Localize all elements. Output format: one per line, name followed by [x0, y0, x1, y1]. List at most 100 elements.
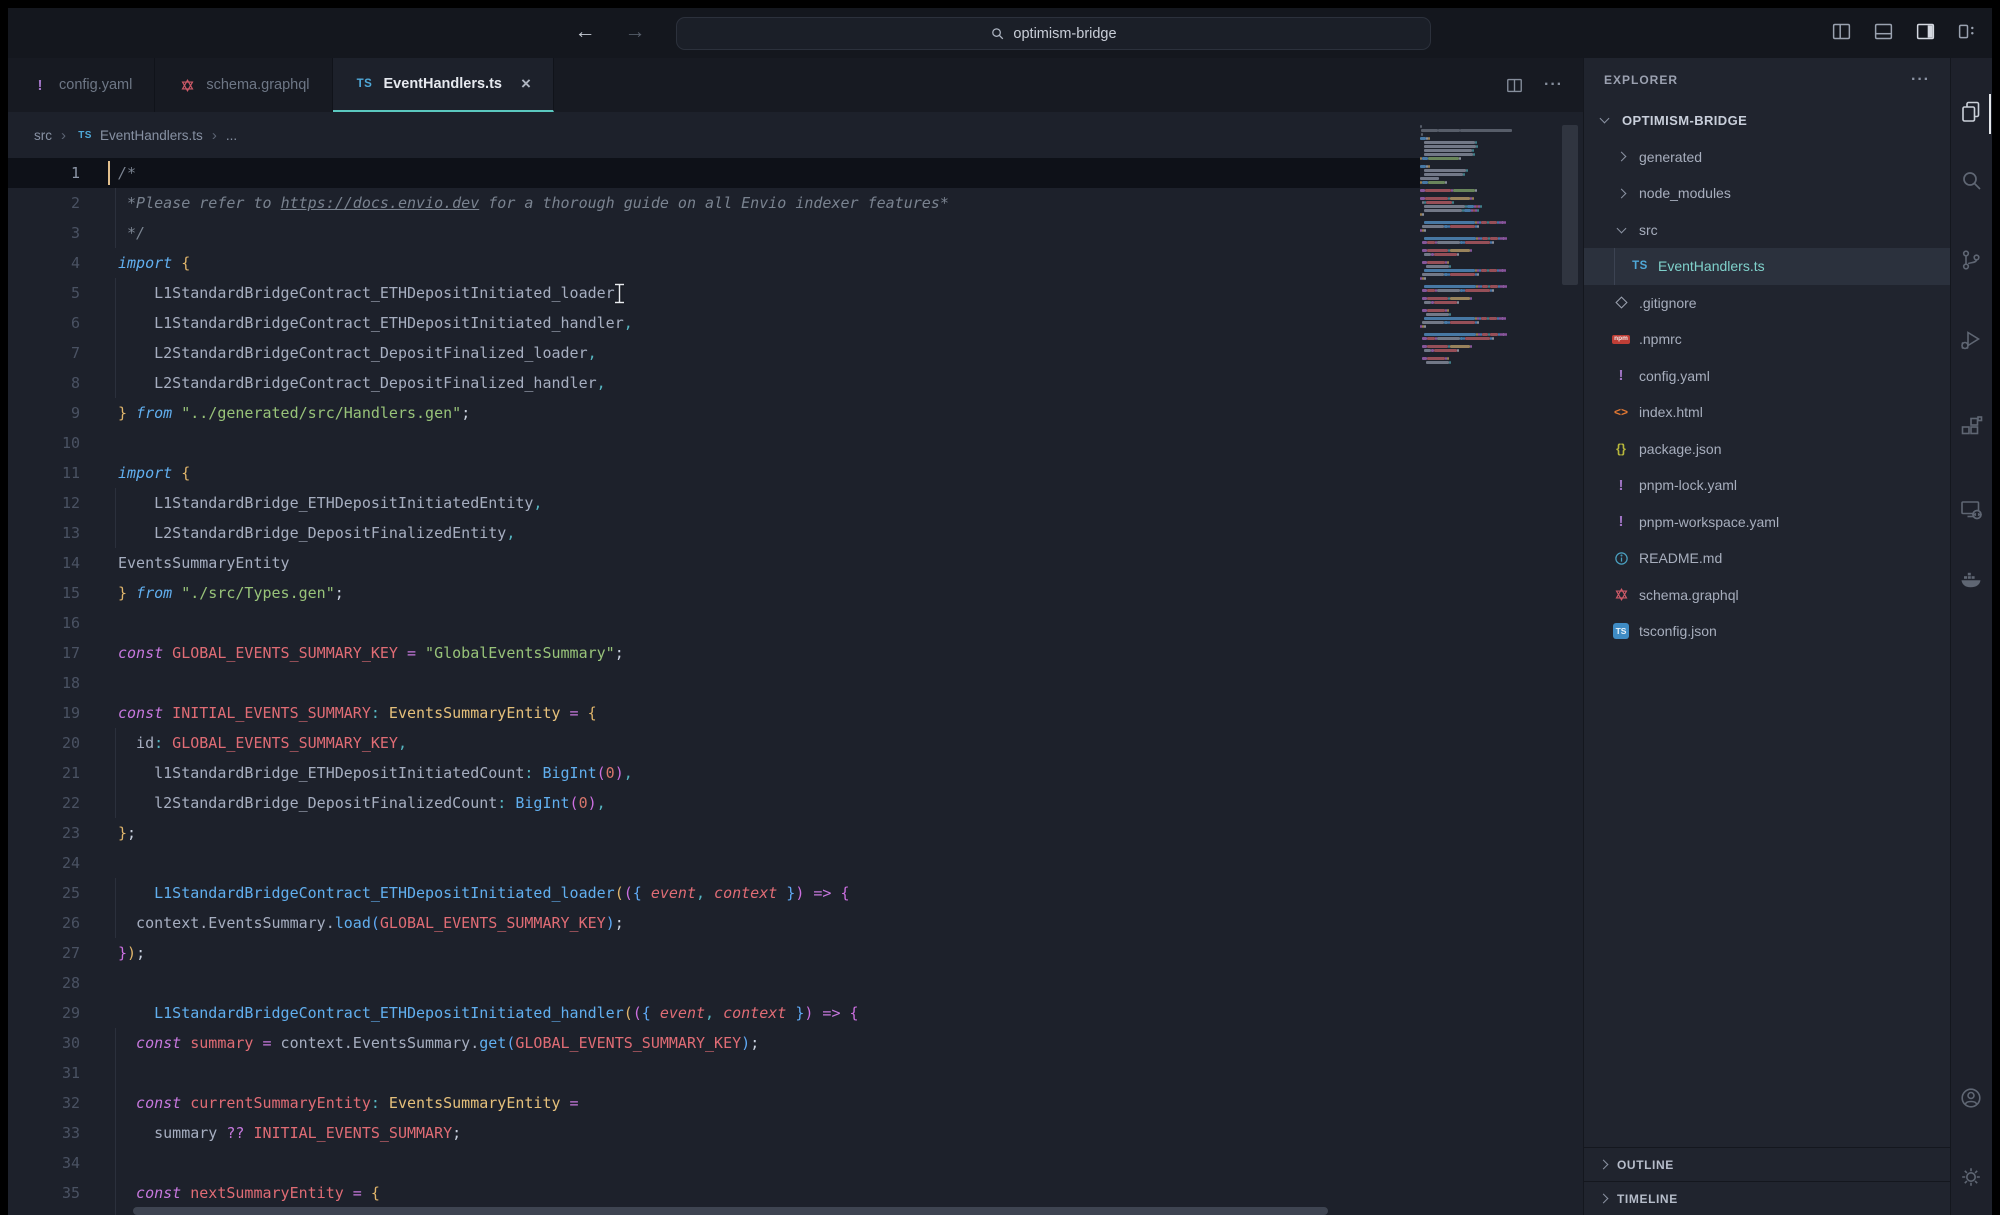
line-number: 36	[8, 1208, 110, 1215]
tree-item-node_modules[interactable]: node_modules	[1584, 175, 1950, 212]
code-line: 3 */	[8, 218, 1583, 248]
extensions-icon[interactable]	[1959, 415, 1983, 439]
account-icon[interactable]	[1959, 1086, 1983, 1110]
outline-label: OUTLINE	[1617, 1158, 1674, 1172]
files-icon[interactable]	[1959, 100, 1983, 124]
tree-item-schema.graphql[interactable]: schema.graphql	[1584, 577, 1950, 614]
text-caret	[108, 161, 110, 185]
line-number: 8	[8, 368, 110, 398]
code-line: 17const GLOBAL_EVENTS_SUMMARY_KEY = "Glo…	[8, 638, 1583, 668]
code-line: 21 l1StandardBridge_ETHDepositInitiatedC…	[8, 758, 1583, 788]
breadcrumb-item[interactable]: ...	[226, 128, 237, 143]
line-number: 11	[8, 458, 110, 488]
tree-item-.gitignore[interactable]: .gitignore	[1584, 285, 1950, 322]
tab-EventHandlers.ts[interactable]: TSEventHandlers.ts×	[333, 58, 554, 112]
line-number: 31	[8, 1058, 110, 1088]
remote-icon[interactable]	[1959, 498, 1983, 522]
minimap[interactable]	[1420, 125, 1557, 365]
tab-schema.graphql[interactable]: schema.graphql	[155, 58, 332, 112]
tree-item-tsconfig.json[interactable]: TStsconfig.json	[1584, 613, 1950, 650]
line-number: 28	[8, 968, 110, 998]
code-line: 2 *Please refer to https://docs.envio.de…	[8, 188, 1583, 218]
horizontal-scrollbar[interactable]	[133, 1207, 1328, 1215]
tree-item-index.html[interactable]: <>index.html	[1584, 394, 1950, 431]
code-line: 29 L1StandardBridgeContract_ETHDepositIn…	[8, 998, 1583, 1028]
breadcrumb-item[interactable]: TSEventHandlers.ts	[75, 128, 203, 143]
line-number: 1	[8, 158, 110, 188]
tree-item-generated[interactable]: generated	[1584, 139, 1950, 176]
code-line: 18	[8, 668, 1583, 698]
tree-item-README.md[interactable]: README.md	[1584, 540, 1950, 577]
customize-layout-button[interactable]	[1957, 21, 1978, 42]
code-line: 16	[8, 608, 1583, 638]
line-number: 7	[8, 338, 110, 368]
code-editor[interactable]: 1/*2 *Please refer to https://docs.envio…	[8, 158, 1583, 1215]
close-tab-icon[interactable]: ×	[521, 74, 531, 94]
tab-config.yaml[interactable]: !config.yaml	[8, 58, 155, 112]
code-line: 20 id: GLOBAL_EVENTS_SUMMARY_KEY,	[8, 728, 1583, 758]
line-number: 14	[8, 548, 110, 578]
chevron-right-icon	[1599, 1160, 1609, 1170]
line-number: 9	[8, 398, 110, 428]
settings-icon[interactable]	[1959, 1165, 1983, 1189]
tree-item-EventHandlers.ts[interactable]: TSEventHandlers.ts	[1584, 248, 1950, 285]
ts-icon: TS	[1630, 260, 1650, 272]
code-line: 9} from "../generated/src/Handlers.gen";	[8, 398, 1583, 428]
tree-item-label: index.html	[1639, 404, 1703, 420]
yaml-icon: !	[1611, 367, 1631, 384]
graphql-icon	[177, 78, 197, 93]
tree-item-config.yaml[interactable]: !config.yaml	[1584, 358, 1950, 395]
tree-item-src[interactable]: src	[1584, 212, 1950, 249]
breadcrumb-label: EventHandlers.ts	[100, 128, 203, 143]
debug-icon[interactable]	[1959, 328, 1983, 352]
line-number: 25	[8, 878, 110, 908]
timeline-section[interactable]: TIMELINE	[1584, 1181, 1950, 1215]
sidebar-more-button[interactable]: ···	[1911, 71, 1930, 89]
search-icon[interactable]	[1959, 168, 1983, 192]
breadcrumb-item[interactable]: src	[34, 128, 52, 143]
code-line: 27});	[8, 938, 1583, 968]
toggle-sidebar-left-button[interactable]	[1831, 21, 1852, 42]
yaml-icon: !	[1611, 477, 1631, 494]
tab-bar: !config.yamlschema.graphqlTSEventHandler…	[8, 58, 1583, 112]
activity-bar	[1950, 58, 1991, 1215]
command-center[interactable]: optimism-bridge	[676, 17, 1431, 50]
toggle-sidebar-right-button[interactable]	[1915, 21, 1936, 42]
npm-icon: npm	[1611, 335, 1631, 345]
tree-item-label: tsconfig.json	[1639, 623, 1717, 639]
tree-item-pnpm-workspace.yaml[interactable]: !pnpm-workspace.yaml	[1584, 504, 1950, 541]
forward-button[interactable]: →	[620, 20, 650, 44]
vertical-scrollbar[interactable]	[1562, 125, 1578, 285]
title-bar: ← → optimism-bridge	[8, 8, 1992, 58]
docker-icon[interactable]	[1959, 568, 1983, 592]
tree-root-folder[interactable]: OPTIMISM-BRIDGE	[1584, 102, 1950, 139]
line-number: 15	[8, 578, 110, 608]
line-number: 22	[8, 788, 110, 818]
tree-item-label: pnpm-workspace.yaml	[1639, 514, 1779, 530]
code-line: 13 L2StandardBridge_DepositFinalizedEnti…	[8, 518, 1583, 548]
tree-item-.npmrc[interactable]: npm.npmrc	[1584, 321, 1950, 358]
outline-section[interactable]: OUTLINE	[1584, 1147, 1950, 1181]
code-line: 19const INITIAL_EVENTS_SUMMARY: EventsSu…	[8, 698, 1583, 728]
split-editor-icon[interactable]	[1505, 76, 1524, 95]
code-line: 24	[8, 848, 1583, 878]
tree-item-package.json[interactable]: {}package.json	[1584, 431, 1950, 468]
line-number: 27	[8, 938, 110, 968]
code-line: 7 L2StandardBridgeContract_DepositFinali…	[8, 338, 1583, 368]
editor-more-button[interactable]: ···	[1544, 76, 1563, 94]
toggle-panel-button[interactable]	[1873, 21, 1894, 42]
ts-icon: TS	[355, 78, 375, 90]
line-number: 26	[8, 908, 110, 938]
mouse-ibeam-cursor	[612, 282, 627, 305]
tree-item-pnpm-lock.yaml[interactable]: !pnpm-lock.yaml	[1584, 467, 1950, 504]
code-line: 26 context.EventsSummary.load(GLOBAL_EVE…	[8, 908, 1583, 938]
source-control-icon[interactable]	[1959, 248, 1983, 272]
chevron-right-icon	[1599, 1194, 1609, 1204]
line-number: 10	[8, 428, 110, 458]
tree-item-label: generated	[1639, 149, 1702, 165]
back-button[interactable]: ←	[570, 20, 600, 44]
line-number: 13	[8, 518, 110, 548]
line-number: 16	[8, 608, 110, 638]
info-icon	[1611, 551, 1631, 566]
code-line: 23};	[8, 818, 1583, 848]
